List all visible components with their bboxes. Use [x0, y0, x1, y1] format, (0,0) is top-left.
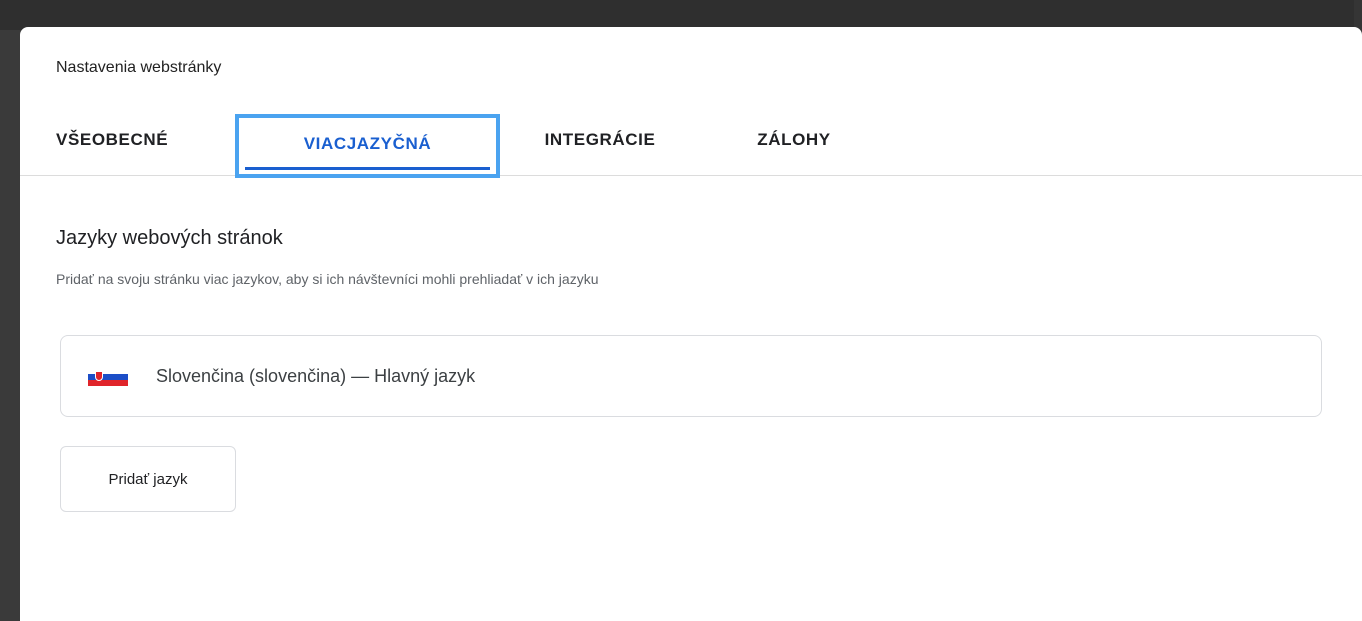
tab-vseobecne[interactable]: VŠEOBECNÉ: [56, 123, 206, 175]
section-heading: Jazyky webových stránok: [56, 227, 283, 249]
tab-viacjazycna-label: VIACJAZYČNÁ: [303, 134, 432, 153]
active-tab-indicator: [245, 167, 490, 170]
tab-integracie[interactable]: INTEGRÁCIE: [530, 123, 670, 175]
language-label: Slovenčina (slovenčina) — Hlavný jazyk: [156, 366, 476, 386]
section-subtitle: Pridať na svoju stránku viac jazykov, ab…: [56, 271, 599, 287]
tab-viacjazycna[interactable]: VIACJAZYČNÁ: [235, 114, 500, 178]
tab-zalohy[interactable]: ZÁLOHY: [744, 123, 844, 175]
settings-dialog: Nastavenia webstránky VŠEOBECNÉ VIACJAZY…: [20, 27, 1362, 621]
dialog-title: Nastavenia webstránky: [56, 59, 222, 76]
tab-bar: VŠEOBECNÉ VIACJAZYČNÁ INTEGRÁCIE ZÁLOHY: [20, 114, 1362, 178]
language-list-item[interactable]: Slovenčina (slovenčina) — Hlavný jazyk: [60, 335, 1322, 417]
add-language-button[interactable]: Pridať jazyk: [60, 446, 236, 512]
add-language-label: Pridať jazyk: [108, 470, 188, 488]
app-backdrop: [0, 0, 1362, 30]
slovakia-flag-icon: [88, 369, 128, 386]
